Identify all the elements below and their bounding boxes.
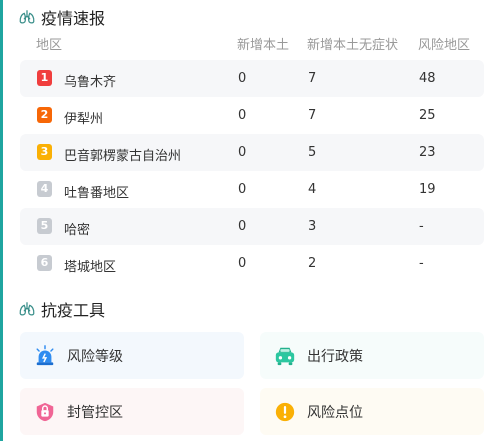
lockdown-zone-button[interactable]: 封管控区 <box>20 388 244 435</box>
new-asymptomatic-value: 7 <box>308 108 317 123</box>
header-region: 地区 <box>36 38 63 53</box>
header-new-asymptomatic: 新增本土无症状 <box>307 38 399 53</box>
risk-areas-value: 23 <box>419 145 436 160</box>
table-row[interactable]: 1 乌鲁木齐 0 7 48 <box>20 60 484 97</box>
tools-section-title: 抗疫工具 <box>18 297 105 321</box>
new-local-value: 0 <box>238 71 247 86</box>
table-row[interactable]: 4 吐鲁番地区 0 4 19 <box>20 171 484 208</box>
risk-areas-value: - <box>419 219 424 234</box>
table-header: 地区 新增本土 新增本土无症状 风险地区 <box>20 34 484 53</box>
travel-policy-label: 出行政策 <box>307 348 363 365</box>
accent-bar <box>0 0 3 441</box>
rank-badge: 1 <box>37 70 52 86</box>
new-asymptomatic-value: 4 <box>308 182 317 197</box>
tools-title: 抗疫工具 <box>41 301 106 320</box>
risk-areas-value: 19 <box>419 182 436 197</box>
new-local-value: 0 <box>238 182 247 197</box>
table-row[interactable]: 5 哈密 0 3 - <box>20 208 484 245</box>
new-asymptomatic-value: 2 <box>308 256 317 271</box>
header-risk-areas: 风险地区 <box>418 38 471 53</box>
new-local-value: 0 <box>238 108 247 123</box>
risk-level-button[interactable]: 风险等级 <box>20 332 244 379</box>
risk-areas-value: 25 <box>419 108 436 123</box>
risk-level-label: 风险等级 <box>67 348 123 365</box>
region-name: 巴音郭楞蒙古自治州 <box>64 149 182 164</box>
new-local-value: 0 <box>238 145 247 160</box>
new-asymptomatic-value: 5 <box>308 145 317 160</box>
region-name: 塔城地区 <box>64 260 117 275</box>
region-name: 吐鲁番地区 <box>64 186 130 201</box>
region-name: 伊犁州 <box>64 112 104 127</box>
lung-icon <box>19 10 35 24</box>
header-new-local: 新增本土 <box>237 38 290 53</box>
tools-grid: 风险等级 出行政策 封管控区 风险点位 <box>20 332 484 441</box>
new-local-value: 0 <box>238 256 247 271</box>
risk-areas-value: 48 <box>419 71 436 86</box>
new-local-value: 0 <box>238 219 247 234</box>
region-name: 乌鲁木齐 <box>64 75 117 90</box>
lung-icon <box>19 302 35 316</box>
rank-badge: 5 <box>37 218 52 234</box>
travel-policy-button[interactable]: 出行政策 <box>260 332 484 379</box>
rank-badge: 4 <box>37 181 52 197</box>
table-row[interactable]: 3 巴音郭楞蒙古自治州 0 5 23 <box>20 134 484 171</box>
rank-badge: 3 <box>37 144 52 160</box>
lockdown-icon <box>36 402 54 421</box>
epidemic-section-title: 疫情速报 <box>18 5 105 29</box>
risk-location-button[interactable]: 风险点位 <box>260 388 484 435</box>
warning-icon <box>275 402 295 421</box>
new-asymptomatic-value: 7 <box>308 71 317 86</box>
table-row[interactable]: 6 塔城地区 0 2 - <box>20 245 484 282</box>
new-asymptomatic-value: 3 <box>308 219 317 234</box>
region-list: 1 乌鲁木齐 0 7 48 2 伊犁州 0 7 25 3 巴音郭楞蒙古自治州 0… <box>20 60 484 282</box>
lockdown-zone-label: 封管控区 <box>67 404 123 421</box>
rank-badge: 2 <box>37 107 52 123</box>
epidemic-title: 疫情速报 <box>41 9 106 28</box>
risk-location-label: 风险点位 <box>307 404 363 421</box>
region-name: 哈密 <box>64 223 91 238</box>
car-icon <box>275 347 295 365</box>
risk-areas-value: - <box>419 256 424 271</box>
rank-badge: 6 <box>37 255 52 271</box>
table-row[interactable]: 2 伊犁州 0 7 25 <box>20 97 484 134</box>
alarm-icon <box>36 344 54 365</box>
